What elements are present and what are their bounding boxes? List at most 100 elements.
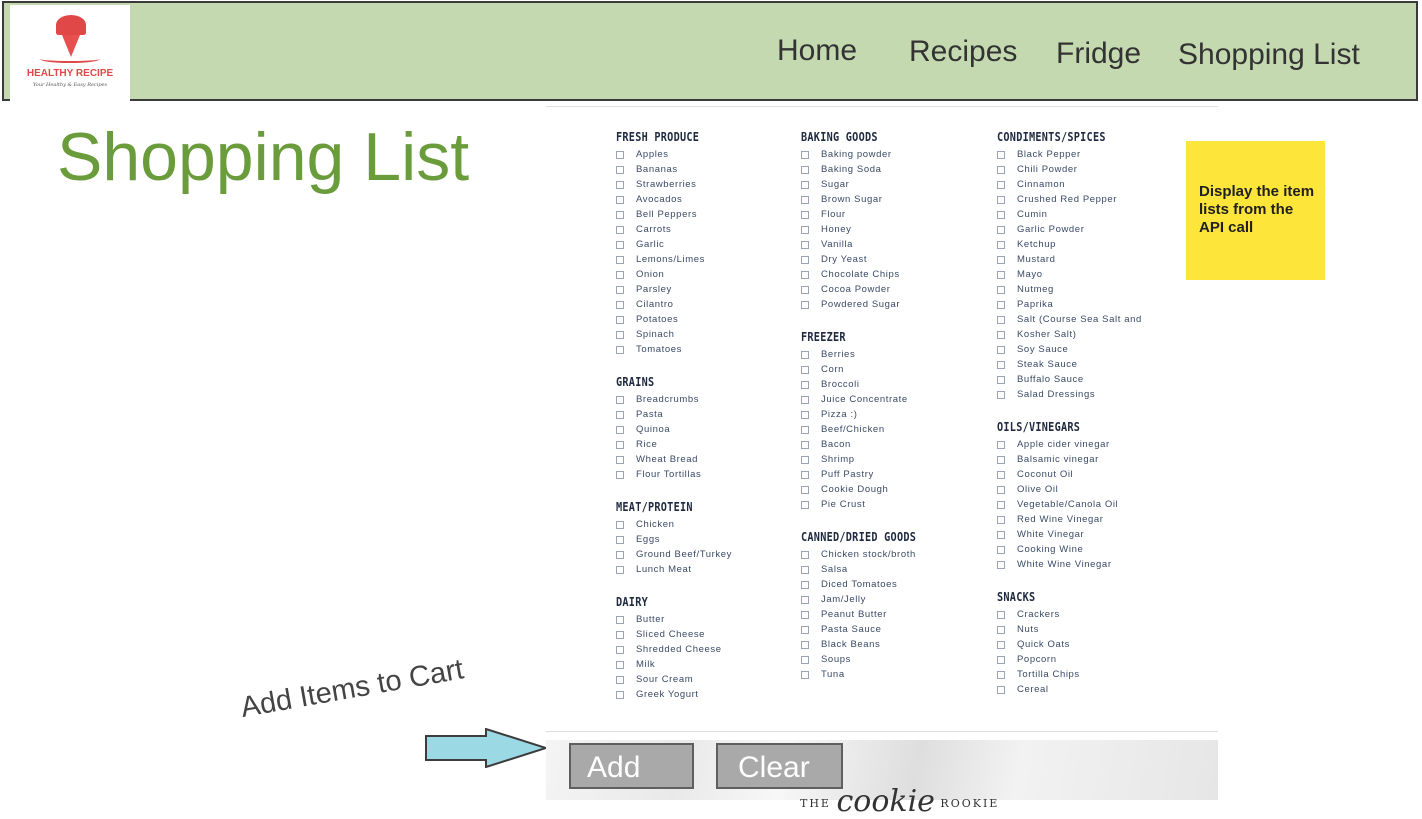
checkbox-icon[interactable] (997, 456, 1005, 464)
checkbox-icon[interactable] (801, 486, 809, 494)
checklist-item[interactable]: Vanilla (801, 237, 936, 252)
checkbox-icon[interactable] (616, 346, 624, 354)
checklist-item[interactable]: Pasta Sauce (801, 622, 936, 637)
checkbox-icon[interactable] (616, 551, 624, 559)
checklist-item[interactable]: Pizza :) (801, 407, 936, 422)
checklist-item[interactable]: Cocoa Powder (801, 282, 936, 297)
checklist-item[interactable]: Bell Peppers (616, 207, 732, 222)
checklist-item[interactable]: Cilantro (616, 297, 732, 312)
checklist-item[interactable]: Garlic (616, 237, 732, 252)
checklist-item[interactable]: Tuna (801, 667, 936, 682)
checklist-item[interactable]: Chicken (616, 517, 732, 532)
checklist-item[interactable]: Powdered Sugar (801, 297, 936, 312)
checklist-item[interactable]: Beef/Chicken (801, 422, 936, 437)
checkbox-icon[interactable] (997, 211, 1005, 219)
checkbox-icon[interactable] (616, 456, 624, 464)
checkbox-icon[interactable] (616, 471, 624, 479)
checkbox-icon[interactable] (997, 561, 1005, 569)
checklist-item[interactable]: Ketchup (997, 237, 1142, 252)
checkbox-icon[interactable] (616, 616, 624, 624)
nav-fridge[interactable]: Fridge (1056, 37, 1141, 71)
checklist-item[interactable]: Nuts (997, 622, 1142, 637)
checklist-item[interactable]: Bacon (801, 437, 936, 452)
checkbox-icon[interactable] (616, 536, 624, 544)
checkbox-icon[interactable] (801, 581, 809, 589)
checkbox-icon[interactable] (801, 301, 809, 309)
checklist-item[interactable]: Cinnamon (997, 177, 1142, 192)
checkbox-icon[interactable] (997, 166, 1005, 174)
checkbox-icon[interactable] (616, 331, 624, 339)
checkbox-icon[interactable] (616, 151, 624, 159)
checkbox-icon[interactable] (997, 301, 1005, 309)
checkbox-icon[interactable] (997, 361, 1005, 369)
checklist-item[interactable]: Crushed Red Pepper (997, 192, 1142, 207)
checklist-item[interactable]: Lunch Meat (616, 562, 732, 577)
checkbox-icon[interactable] (801, 351, 809, 359)
checkbox-icon[interactable] (616, 426, 624, 434)
checklist-item[interactable]: Wheat Bread (616, 452, 732, 467)
checklist-item[interactable]: Pasta (616, 407, 732, 422)
checkbox-icon[interactable] (616, 166, 624, 174)
checkbox-icon[interactable] (997, 486, 1005, 494)
checklist-item[interactable]: Sugar (801, 177, 936, 192)
checkbox-icon[interactable] (616, 271, 624, 279)
checkbox-icon[interactable] (801, 226, 809, 234)
checklist-item[interactable]: Butter (616, 612, 732, 627)
checklist-item[interactable]: Dry Yeast (801, 252, 936, 267)
checklist-item[interactable]: Nutmeg (997, 282, 1142, 297)
checklist-item[interactable]: Cereal (997, 682, 1142, 697)
checkbox-icon[interactable] (997, 331, 1005, 339)
checkbox-icon[interactable] (801, 456, 809, 464)
nav-home[interactable]: Home (777, 34, 857, 68)
checklist-item[interactable]: Black Beans (801, 637, 936, 652)
checkbox-icon[interactable] (616, 631, 624, 639)
checkbox-icon[interactable] (801, 286, 809, 294)
checkbox-icon[interactable] (616, 566, 624, 574)
checklist-item[interactable]: Cooking Wine (997, 542, 1142, 557)
checklist-item[interactable]: Mustard (997, 252, 1142, 267)
checklist-item[interactable]: Shredded Cheese (616, 642, 732, 657)
checklist-item[interactable]: Red Wine Vinegar (997, 512, 1142, 527)
checklist-item[interactable]: Salad Dressings (997, 387, 1142, 402)
checklist-item[interactable]: Milk (616, 657, 732, 672)
checkbox-icon[interactable] (801, 551, 809, 559)
checklist-item[interactable]: Baking Soda (801, 162, 936, 177)
checkbox-icon[interactable] (801, 211, 809, 219)
checklist-item[interactable]: Peanut Butter (801, 607, 936, 622)
checklist-item[interactable]: Chicken stock/broth (801, 547, 936, 562)
checklist-item[interactable]: Garlic Powder (997, 222, 1142, 237)
checklist-item[interactable]: Juice Concentrate (801, 392, 936, 407)
checkbox-icon[interactable] (997, 686, 1005, 694)
checklist-item[interactable]: Vegetable/Canola Oil (997, 497, 1142, 512)
checkbox-icon[interactable] (616, 241, 624, 249)
checkbox-icon[interactable] (801, 426, 809, 434)
checkbox-icon[interactable] (997, 196, 1005, 204)
checklist-item[interactable]: Soups (801, 652, 936, 667)
checkbox-icon[interactable] (801, 441, 809, 449)
checkbox-icon[interactable] (616, 286, 624, 294)
checkbox-icon[interactable] (801, 366, 809, 374)
checklist-item[interactable]: Sour Cream (616, 672, 732, 687)
checkbox-icon[interactable] (801, 596, 809, 604)
checkbox-icon[interactable] (997, 656, 1005, 664)
checklist-item[interactable]: Kosher Salt) (997, 327, 1142, 342)
checklist-item[interactable]: Baking powder (801, 147, 936, 162)
checklist-item[interactable]: Bananas (616, 162, 732, 177)
checklist-item[interactable]: Coconut Oil (997, 467, 1142, 482)
checkbox-icon[interactable] (801, 471, 809, 479)
checkbox-icon[interactable] (801, 241, 809, 249)
checklist-item[interactable]: Berries (801, 347, 936, 362)
checkbox-icon[interactable] (616, 181, 624, 189)
checkbox-icon[interactable] (801, 501, 809, 509)
checklist-item[interactable]: Black Pepper (997, 147, 1142, 162)
checkbox-icon[interactable] (616, 211, 624, 219)
checkbox-icon[interactable] (616, 316, 624, 324)
checklist-item[interactable]: Lemons/Limes (616, 252, 732, 267)
checkbox-icon[interactable] (801, 381, 809, 389)
add-button[interactable]: Add (569, 743, 694, 789)
checklist-item[interactable]: Apple cider vinegar (997, 437, 1142, 452)
checkbox-icon[interactable] (616, 521, 624, 529)
checkbox-icon[interactable] (801, 151, 809, 159)
checkbox-icon[interactable] (616, 196, 624, 204)
checkbox-icon[interactable] (997, 611, 1005, 619)
